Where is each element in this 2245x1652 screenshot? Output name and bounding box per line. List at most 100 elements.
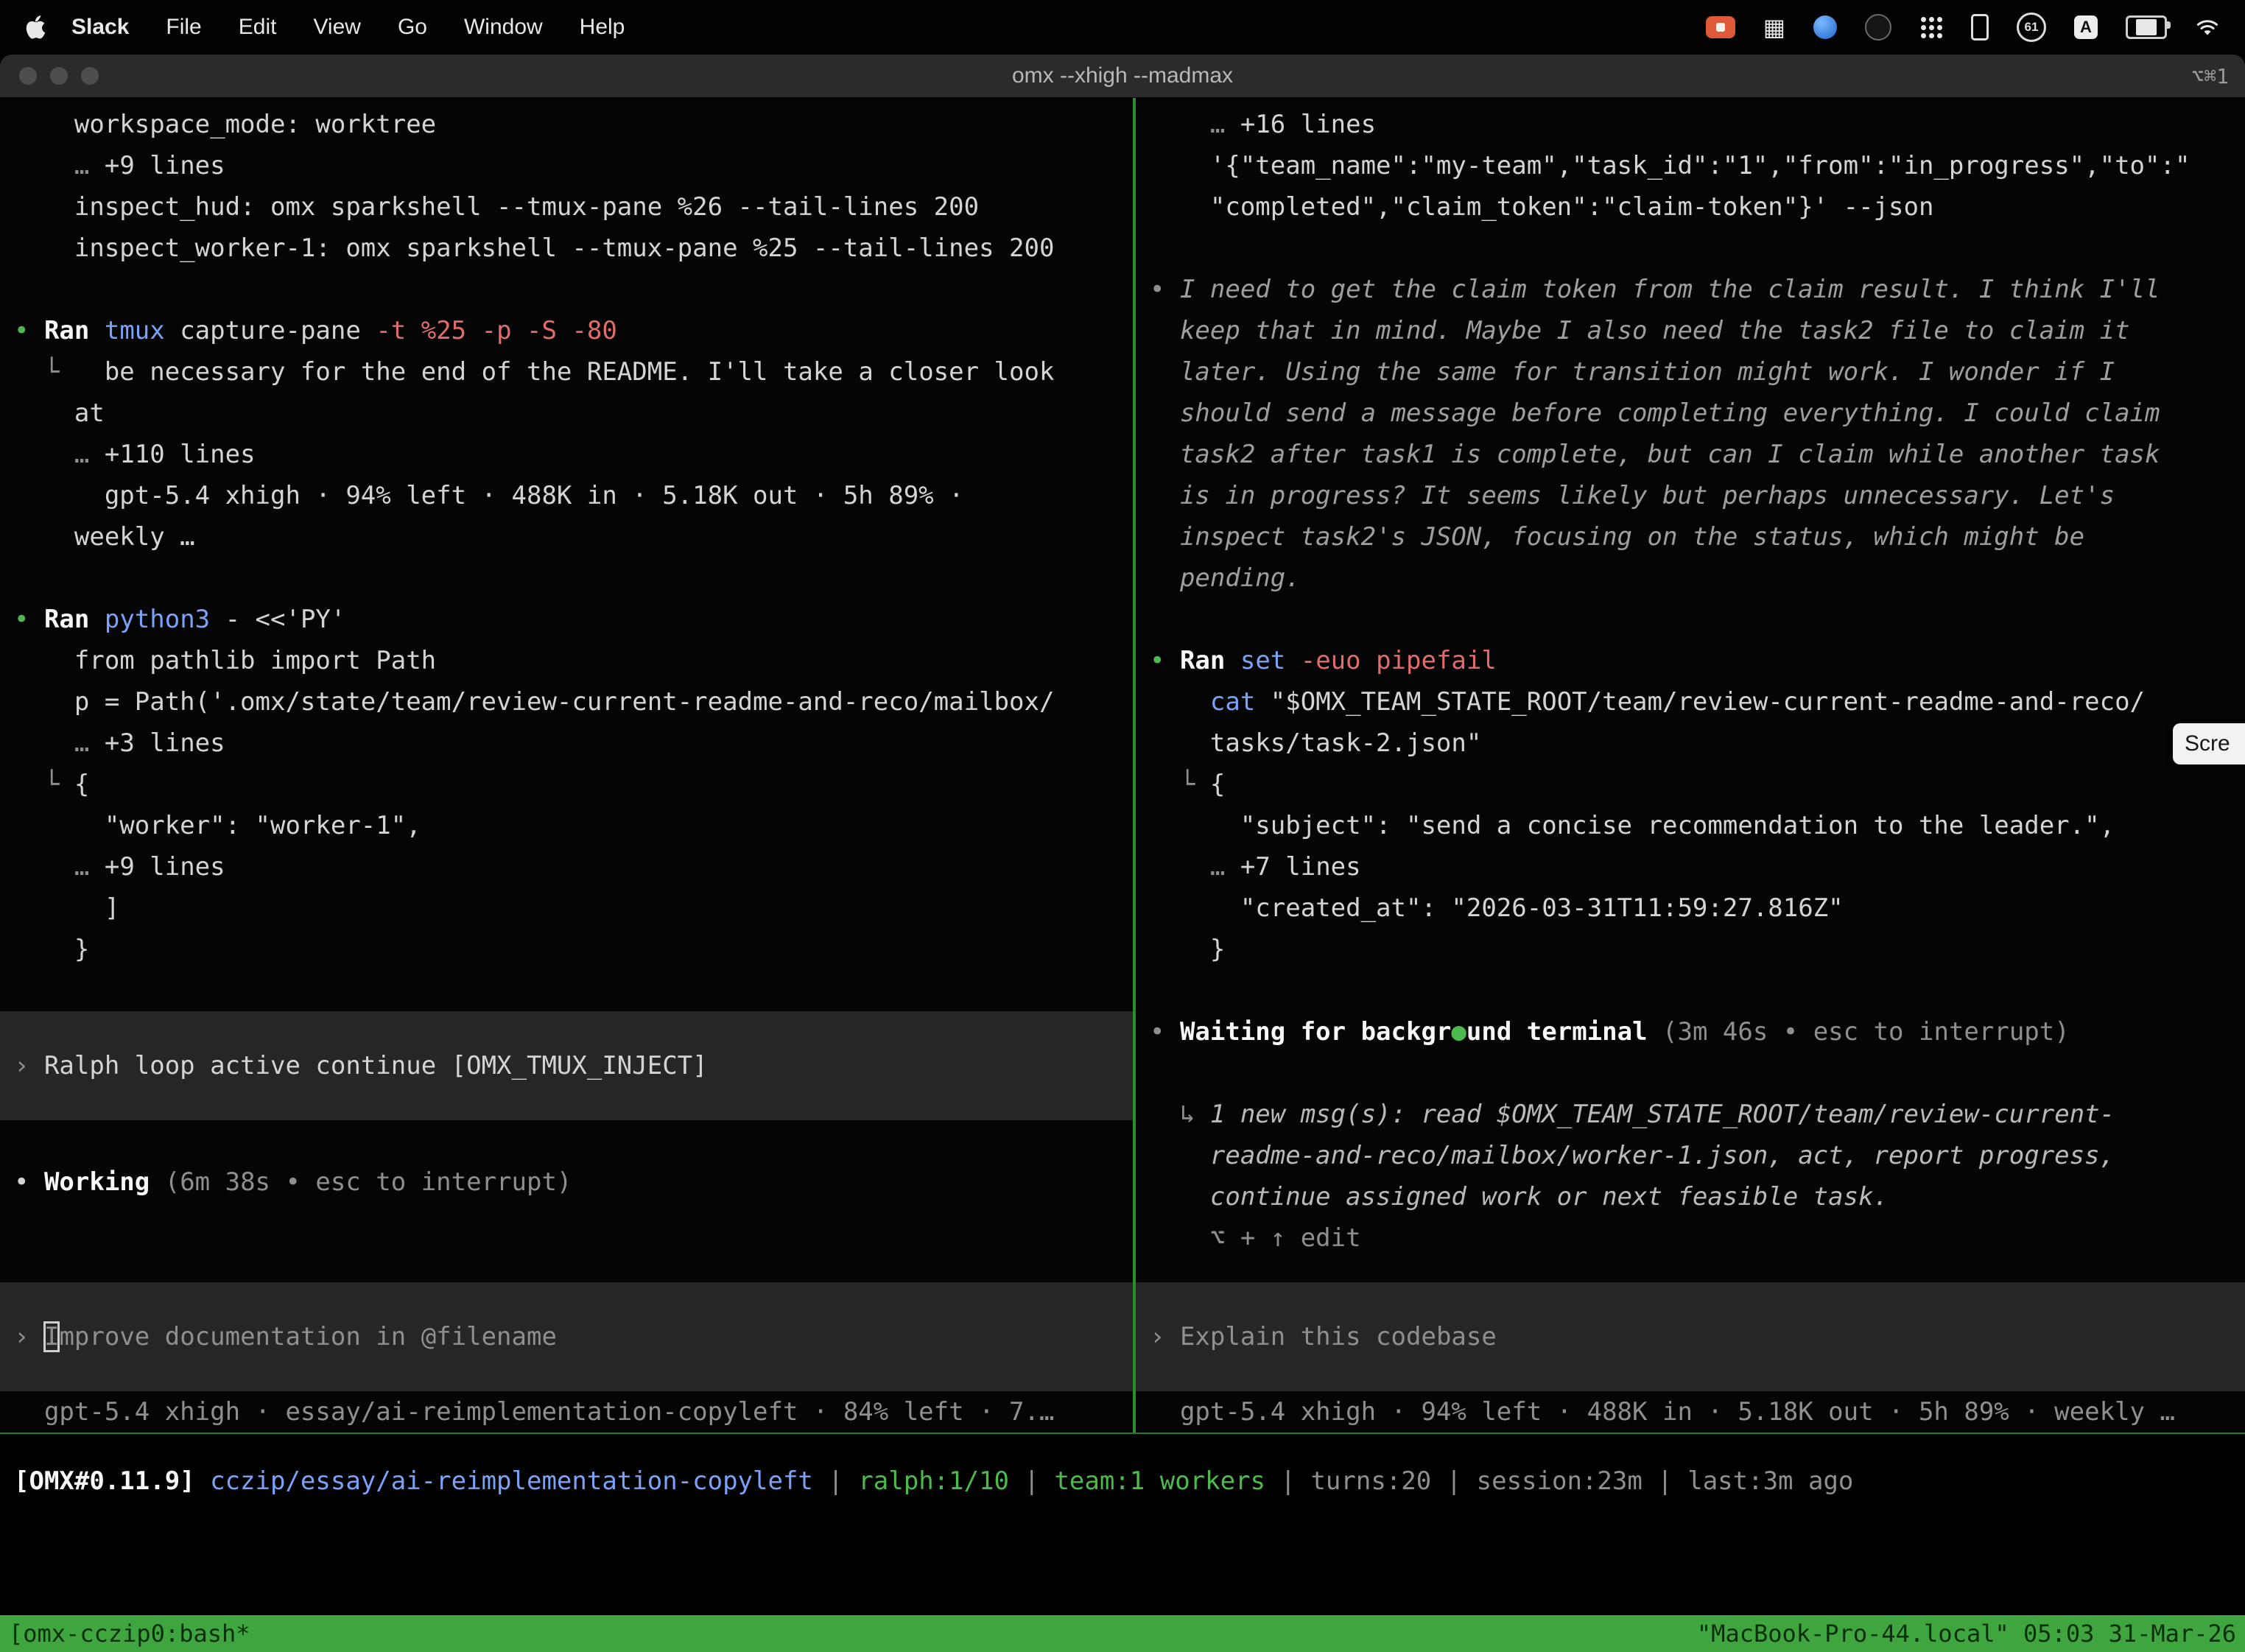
apple-menu-icon[interactable] (25, 15, 46, 39)
terminal-line: later. Using the same for transition mig… (1136, 351, 2245, 393)
terminal-line: task2 after task1 is complete, but can I… (1136, 434, 2245, 475)
window-title: omx --xhigh --madmax (0, 63, 2245, 88)
battery-tip (2167, 21, 2171, 29)
ran-python-line: • Ran python3 - <<'PY' (0, 599, 1133, 640)
terminal-line (0, 558, 1133, 599)
terminal-line (0, 269, 1133, 310)
terminal-line: inspect_hud: omx sparkshell --tmux-pane … (0, 186, 1133, 228)
terminal-line: keep that in mind. Maybe I also need the… (1136, 310, 2245, 351)
tmux-host-time-label: "MacBook-Pro-44.local" 05:03 31-Mar-26 (1697, 1620, 2236, 1648)
terminal-line: from pathlib import Path (0, 640, 1133, 681)
left-pane-footer: › Improve documentation in @filename gpt… (0, 1282, 1133, 1433)
right-pane-spacer (1136, 1259, 2245, 1282)
terminal-line: └ { (1136, 764, 2245, 805)
terminal-line: inspect_worker-1: omx sparkshell --tmux-… (0, 228, 1133, 269)
ralph-loop-row[interactable]: › Ralph loop active continue [OMX_TMUX_I… (0, 1011, 1133, 1120)
input-source-icon[interactable]: A (2074, 15, 2098, 39)
left-terminal-pane[interactable]: workspace_mode: worktree … +9 lines insp… (0, 98, 1133, 1433)
terminal-line: should send a message before completing … (1136, 393, 2245, 434)
terminal-line: gpt-5.4 xhigh · 94% left · 488K in · 5.1… (0, 475, 1133, 516)
close-button[interactable] (19, 67, 37, 85)
terminal-line (1136, 599, 2245, 640)
terminal-line: '{"team_name":"my-team","task_id":"1","f… (1136, 145, 2245, 186)
terminal-line: … +3 lines (0, 723, 1133, 764)
recording-dot-icon (1716, 23, 1725, 32)
active-app-menu[interactable]: Slack (53, 15, 147, 40)
zoom-button[interactable] (81, 67, 99, 85)
terminal-line: is in progress? It seems likely but perh… (1136, 475, 2245, 516)
right-terminal-pane[interactable]: … +16 lines '{"team_name":"my-team","tas… (1136, 98, 2245, 1433)
screen-recording-indicator[interactable] (1706, 16, 1735, 38)
screen: { "theme": { "accent_blue": "#7aa2f7", "… (0, 0, 2245, 1644)
terminal-line: tasks/task-2.json" (1136, 723, 2245, 764)
terminal-line: … +110 lines (0, 434, 1133, 475)
terminal-line: … +7 lines (1136, 846, 2245, 887)
prompt-input-row[interactable]: › Improve documentation in @filename (0, 1282, 1133, 1391)
menu-item-file[interactable]: File (147, 15, 219, 39)
menu-item-edit[interactable]: Edit (220, 15, 295, 39)
working-status-line: • Working (6m 38s • esc to interrupt) (0, 1161, 1133, 1203)
traffic-lights (0, 67, 99, 85)
terminal-line: workspace_mode: worktree (0, 104, 1133, 145)
window-title-bar: omx --xhigh --madmax ⌥⌘1 (0, 55, 2245, 98)
pane-status-line: gpt-5.4 xhigh · essay/ai-reimplementatio… (0, 1391, 1133, 1433)
left-pane-transcript: workspace_mode: worktree … +9 lines insp… (0, 104, 1133, 1203)
badge-61-icon[interactable]: 61 (2017, 13, 2046, 42)
terminal-line (1136, 228, 2245, 269)
omx-status-line: [OMX#0.11.9] cczip/essay/ai-reimplementa… (0, 1461, 2245, 1502)
terminal-line: } (0, 929, 1133, 970)
menu-item-go[interactable]: Go (379, 15, 446, 39)
terminal-line: "completed","claim_token":"claim-token"}… (1136, 186, 2245, 228)
menu-item-window[interactable]: Window (446, 15, 561, 39)
window-shortcut-label: ⌥⌘1 (2191, 64, 2245, 88)
minimize-button[interactable] (50, 67, 68, 85)
dots-grid-icon[interactable] (1919, 15, 1943, 39)
menu-item-view[interactable]: View (295, 15, 379, 39)
ran-tmux-capture-line: • Ran tmux capture-pane -t %25 -p -S -80 (0, 310, 1133, 351)
terminal-line: "created_at": "2026-03-31T11:59:27.816Z" (1136, 887, 2245, 929)
terminal-line: … +9 lines (0, 846, 1133, 887)
battery-icon[interactable] (2126, 15, 2167, 39)
dots-icon (1921, 17, 1926, 22)
waiting-status-line: • Waiting for backgr●und terminal (3m 46… (1136, 1011, 2245, 1052)
battery-fill (2136, 19, 2157, 35)
terminal-area: workspace_mode: worktree … +9 lines insp… (0, 98, 2245, 1433)
terminal-line (0, 1120, 1133, 1161)
terminal-line: readme-and-reco/mailbox/worker-1.json, a… (1136, 1135, 2245, 1176)
screen-share-tooltip: Scre (2173, 723, 2245, 765)
right-pane-footer: › Explain this codebase gpt-5.4 xhigh · … (1136, 1282, 2245, 1433)
omx-session-status-area: [OMX#0.11.9] cczip/essay/ai-reimplementa… (0, 1434, 2245, 1615)
ran-set-line: • Ran set -euo pipefail (1136, 640, 2245, 681)
prompt-suggestion-row[interactable]: › Explain this codebase (1136, 1282, 2245, 1391)
terminal-line: "worker": "worker-1", (0, 805, 1133, 846)
terminal-line: … +16 lines (1136, 104, 2245, 145)
terminal-line: weekly … (0, 516, 1133, 558)
terminal-line: } (1136, 929, 2245, 970)
app-icon-dark[interactable] (1865, 14, 1891, 41)
right-pane-transcript: … +16 lines '{"team_name":"my-team","tas… (1136, 104, 2245, 1259)
tmux-session-window-label[interactable]: [omx-cczip0:bash* (9, 1620, 250, 1648)
terminal-line: inspect task2's JSON, focusing on the st… (1136, 516, 2245, 558)
terminal-line (1136, 970, 2245, 1011)
device-icon[interactable] (1971, 14, 1989, 41)
terminal-line: p = Path('.omx/state/team/review-current… (0, 681, 1133, 723)
menu-item-help[interactable]: Help (561, 15, 644, 39)
terminal-line: ] (0, 887, 1133, 929)
app-icon-blue[interactable] (1813, 15, 1837, 39)
pane-status-line: gpt-5.4 xhigh · 94% left · 488K in · 5.1… (1136, 1391, 2245, 1433)
left-pane-spacer (0, 1203, 1133, 1282)
terminal-line: cat "$OMX_TEAM_STATE_ROOT/team/review-cu… (1136, 681, 2245, 723)
menu-bar-status-icons: ▦ 61 A (1706, 13, 2220, 42)
wifi-icon[interactable] (2195, 18, 2220, 37)
terminal-line: continue assigned work or next feasible … (1136, 1176, 2245, 1217)
terminal-line: "subject": "send a concise recommendatio… (1136, 805, 2245, 846)
macos-menu-bar: Slack FileEditViewGoWindowHelp ▦ 61 A (0, 0, 2245, 55)
omx-status: [OMX#0.11.9] cczip/essay/ai-reimplementa… (0, 1461, 2245, 1502)
terminal-line: at (0, 393, 1133, 434)
grid-icon[interactable]: ▦ (1763, 15, 1785, 39)
terminal-line: └ { (0, 764, 1133, 805)
terminal-line: pending. (1136, 558, 2245, 599)
terminal-line: └ be necessary for the end of the README… (0, 351, 1133, 393)
terminal-line: … +9 lines (0, 145, 1133, 186)
terminal-line: ⌥ + ↑ edit (1136, 1217, 2245, 1259)
